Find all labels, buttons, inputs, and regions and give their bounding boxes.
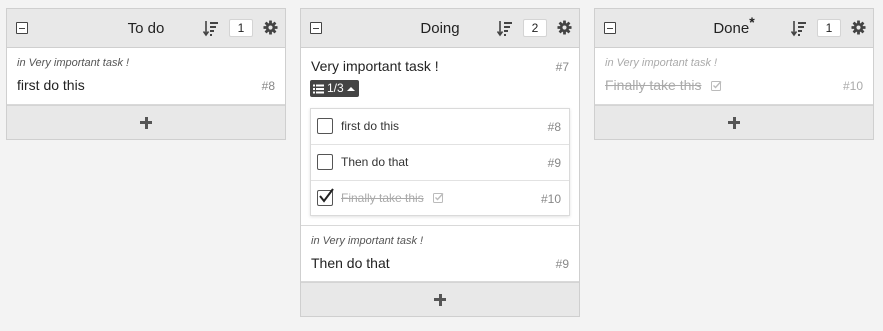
plus-icon [434,293,446,306]
task-card[interactable]: in Very important task ! first do this #… [7,48,285,105]
column-header: Doing 2 [301,9,579,48]
subtask-label[interactable]: Then do that [341,155,408,169]
task-title: Finally take this [605,77,722,93]
subtasks-toggle-button[interactable]: 1/3 [310,80,359,97]
task-card[interactable]: Very important task ! #7 1/3 first do th… [301,48,579,226]
task-count-badge: 2 [523,19,547,37]
subtask-list: first do this #8 Then do that #9 Finally… [310,108,570,216]
subtask-label[interactable]: first do this [341,119,399,133]
subtask-item: Finally take this #10 [311,181,569,217]
subtask-id[interactable]: #9 [548,156,561,170]
task-parent-context: in Very important task ! [311,235,424,247]
plus-icon [140,116,152,129]
checked-square-icon [711,81,722,91]
task-id[interactable]: #8 [262,79,275,93]
column-title-text: Done [713,20,750,37]
add-task-button[interactable] [595,105,873,139]
plus-icon [728,116,740,129]
task-id[interactable]: #10 [843,79,863,93]
gear-icon[interactable] [263,20,278,35]
task-id[interactable]: #7 [556,60,569,74]
column-header: Done* 1 [595,9,873,48]
task-title-text: Finally take this [605,77,702,93]
subtask-item: Then do that #9 [311,145,569,181]
column-done: Done* 1 in Very important task ! Finally… [594,8,874,140]
task-parent-context: in Very important task ! [605,57,718,69]
subtask-id[interactable]: #8 [548,120,561,134]
add-task-button[interactable] [7,105,285,139]
check-icon [319,188,334,203]
sort-icon[interactable] [203,20,219,37]
column-todo: To do 1 in Very important task ! first d… [6,8,286,140]
list-icon [313,84,324,93]
caret-up-icon [346,86,355,91]
subtask-item: first do this #8 [311,109,569,145]
subtask-id[interactable]: #10 [541,192,561,206]
gear-icon[interactable] [557,20,572,35]
task-count-badge: 1 [817,19,841,37]
subtask-checkbox[interactable] [317,118,333,134]
task-card[interactable]: in Very important task ! Finally take th… [595,48,873,105]
subtask-checkbox-checked[interactable] [317,188,334,206]
task-title: Very important task ! [311,58,439,74]
column-header: To do 1 [7,9,285,48]
subtask-checkbox[interactable] [317,154,333,170]
add-task-button[interactable] [301,282,579,316]
task-card[interactable]: in Very important task ! Then do that #9 [301,226,579,282]
task-title: Then do that [311,255,390,271]
gear-icon[interactable] [851,20,866,35]
sort-icon[interactable] [791,20,807,37]
task-title: first do this [17,77,85,93]
checked-square-icon [433,193,444,203]
subtask-label[interactable]: Finally take this [341,191,444,205]
column-title-marker: * [749,14,755,30]
subtask-label-text: Finally take this [341,191,424,205]
column-doing: Doing 2 Very important task ! #7 1/3 fir… [300,8,580,317]
task-count-badge: 1 [229,19,253,37]
subtasks-progress: 1/3 [327,81,344,95]
task-id[interactable]: #9 [556,257,569,271]
task-parent-context: in Very important task ! [17,57,130,69]
sort-icon[interactable] [497,20,513,37]
